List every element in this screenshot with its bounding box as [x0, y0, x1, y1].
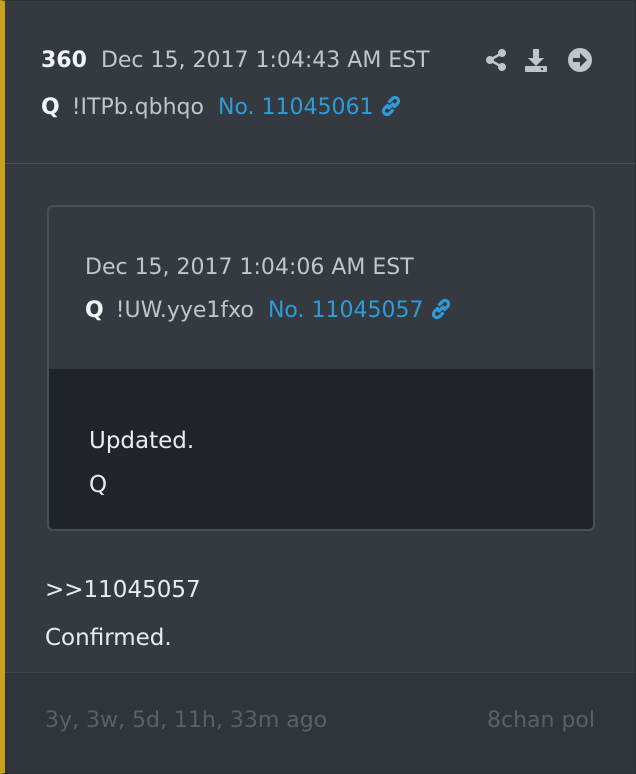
post-meta: 360 Dec 15, 2017 1:04:43 AM EST [41, 48, 430, 73]
post-footer: 3y, 3w, 5d, 11h, 33m ago 8chan pol [5, 672, 635, 773]
quoted-identity: Q !UW.yye1fxo No. 11045057 [85, 297, 453, 323]
post-source: 8chan pol [487, 708, 595, 733]
post-identity: Q !ITPb.qbhqo No. 11045061 [41, 94, 403, 120]
link-icon [382, 95, 401, 117]
message-line: Confirmed. [45, 625, 172, 651]
post-no: No. 11045061 [217, 95, 374, 120]
link-icon [432, 298, 451, 320]
quoted-author: Q [85, 298, 104, 323]
arrow-circle-right-icon[interactable] [567, 47, 593, 73]
post-number: 360 [41, 48, 87, 73]
reply-reference[interactable]: >>11045057 [45, 566, 201, 614]
post-card: 360 Dec 15, 2017 1:04:43 AM EST Q !ITPb.… [0, 0, 636, 774]
quoted-tripcode: !UW.yye1fxo [115, 298, 254, 323]
quoted-datetime: Dec 15, 2017 1:04:06 AM EST [85, 255, 414, 280]
quoted-post-link[interactable]: No. 11045057 [268, 298, 454, 323]
post-tripcode: !ITPb.qbhqo [71, 95, 204, 120]
share-icon[interactable] [483, 47, 509, 73]
quoted-line: Q [89, 472, 108, 498]
quoted-post-body: Updated. Q [49, 369, 593, 529]
quoted-post-header: Dec 15, 2017 1:04:06 AM EST Q !UW.yye1fxo… [49, 207, 593, 371]
post-header: 360 Dec 15, 2017 1:04:43 AM EST Q !ITPb.… [5, 1, 635, 164]
quoted-post-no: No. 11045057 [267, 298, 424, 323]
download-icon[interactable] [523, 47, 549, 73]
post-message: >>11045057 Confirmed. [45, 566, 201, 662]
quoted-line: Updated. [89, 428, 195, 454]
time-ago: 3y, 3w, 5d, 11h, 33m ago [45, 708, 328, 733]
quoted-message: Updated. Q [89, 419, 194, 507]
post-author: Q [41, 95, 60, 120]
quoted-post: Dec 15, 2017 1:04:06 AM EST Q !UW.yye1fxo… [47, 205, 595, 531]
post-link[interactable]: No. 11045061 [218, 95, 404, 120]
post-datetime: Dec 15, 2017 1:04:43 AM EST [100, 48, 430, 73]
